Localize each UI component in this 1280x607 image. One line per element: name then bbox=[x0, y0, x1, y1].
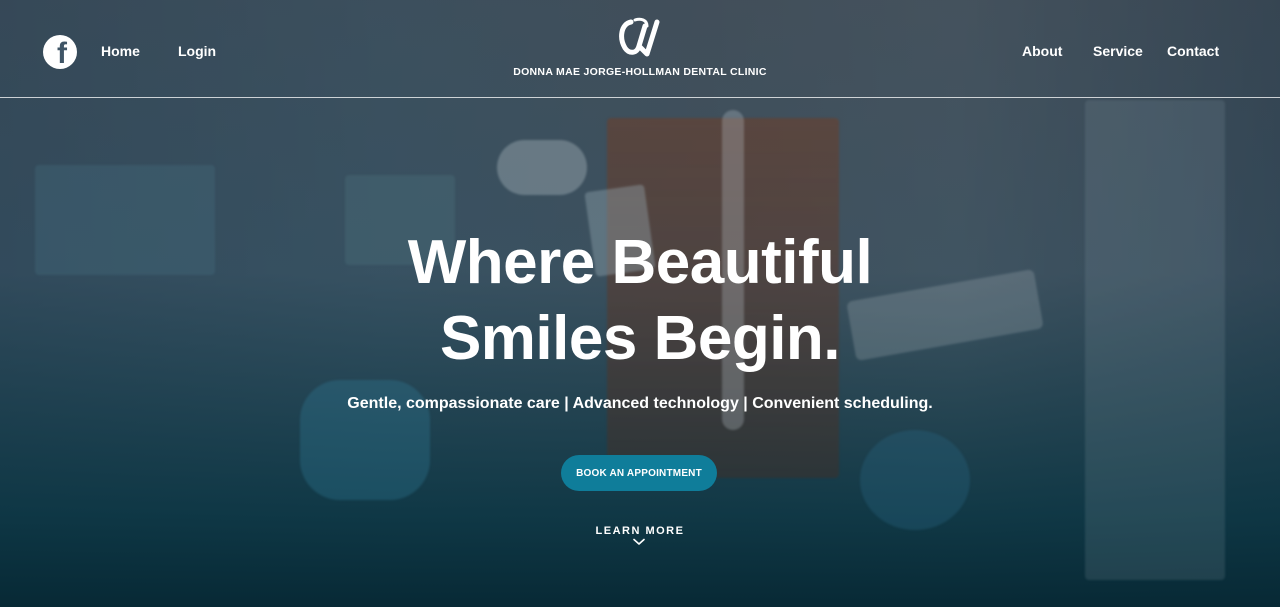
facebook-icon[interactable]: f bbox=[43, 35, 77, 69]
clinic-name: DONNA MAE JORGE-HOLLMAN DENTAL CLINIC bbox=[513, 66, 767, 78]
clinic-monogram-logo[interactable] bbox=[617, 16, 663, 60]
book-appointment-button[interactable]: BOOK AN APPOINTMENT bbox=[561, 455, 717, 491]
hero-title: Where Beautiful Smiles Begin. bbox=[0, 225, 1280, 377]
background-lamp bbox=[497, 140, 587, 195]
background-stool bbox=[860, 430, 970, 530]
hero-title-line2: Smiles Begin. bbox=[439, 304, 841, 373]
nav-login[interactable]: Login bbox=[178, 43, 216, 59]
nav-service[interactable]: Service bbox=[1093, 43, 1143, 59]
nav-contact[interactable]: Contact bbox=[1167, 43, 1219, 59]
learn-more-link[interactable]: LEARN MORE bbox=[0, 525, 1280, 537]
chevron-down-icon[interactable] bbox=[633, 538, 645, 546]
nav-home[interactable]: Home bbox=[101, 43, 140, 59]
hero-subtitle: Gentle, compassionate care | Advanced te… bbox=[347, 395, 933, 412]
hero-title-line1: Where Beautiful bbox=[407, 228, 873, 297]
site-header: f Home Login DONNA MAE JORGE-HOLLMAN DEN… bbox=[0, 0, 1280, 98]
nav-about[interactable]: About bbox=[1022, 43, 1062, 59]
hero-section: f Home Login DONNA MAE JORGE-HOLLMAN DEN… bbox=[0, 0, 1280, 607]
